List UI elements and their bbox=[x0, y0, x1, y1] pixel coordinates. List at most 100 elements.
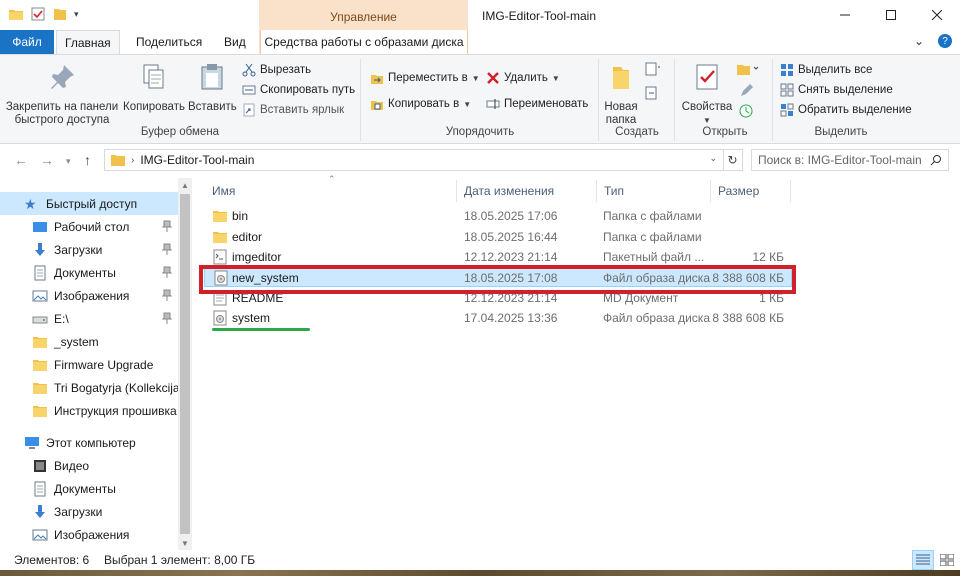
quick-access-toolbar: ▾ bbox=[8, 6, 79, 22]
column-header-name[interactable]: Имя bbox=[212, 180, 235, 202]
paste-button[interactable]: Вставить bbox=[188, 61, 237, 114]
file-type: Папка с файлами bbox=[603, 209, 702, 223]
scissors-icon bbox=[242, 63, 256, 77]
invert-selection-icon bbox=[780, 103, 794, 117]
customize-toolbar-icon[interactable]: ▾ bbox=[74, 9, 79, 20]
sidebar-item-system[interactable]: _system bbox=[0, 330, 178, 353]
tab-share[interactable]: Поделиться bbox=[128, 30, 210, 54]
delete-button[interactable]: Удалить ▼ bbox=[486, 69, 560, 87]
new-folder-icon[interactable] bbox=[52, 6, 68, 22]
pin-icon[interactable] bbox=[162, 243, 172, 255]
table-row[interactable]: bin 18.05.2025 17:06 Папка с файлами bbox=[204, 206, 792, 226]
breadcrumb[interactable]: IMG-Editor-Tool-main bbox=[140, 153, 254, 167]
scrollbar-thumb[interactable] bbox=[180, 194, 190, 534]
scroll-up-icon[interactable]: ▲ bbox=[178, 178, 192, 192]
minimize-button[interactable] bbox=[822, 0, 868, 30]
folder-icon bbox=[33, 382, 47, 394]
file-name: system bbox=[232, 311, 271, 325]
status-bar: Элементов: 6 Выбран 1 элемент: 8,00 ГБ bbox=[0, 550, 960, 570]
address-bar[interactable]: › IMG-Editor-Tool-main ⌄ bbox=[104, 149, 724, 171]
pin-icon[interactable] bbox=[162, 289, 172, 301]
contextual-tab-label[interactable]: Управление bbox=[259, 10, 468, 24]
scroll-down-icon[interactable]: ▼ bbox=[178, 536, 192, 550]
sidebar-item-instruction[interactable]: Инструкция прошивка bbox=[0, 399, 178, 422]
new-folder-button[interactable]: Новая папка bbox=[602, 61, 640, 127]
tab-view[interactable]: Вид bbox=[216, 30, 254, 54]
copy-path-label: Скопировать путь bbox=[260, 84, 356, 96]
sidebar-item-desktop[interactable]: Рабочий стол bbox=[0, 215, 178, 238]
pin-icon[interactable] bbox=[162, 266, 172, 278]
invert-selection-button[interactable]: Обратить выделение bbox=[780, 101, 912, 119]
search-input[interactable]: Поиск в: IMG-Editor-Tool-main bbox=[751, 149, 949, 171]
open-icon[interactable] bbox=[736, 61, 760, 77]
pin-quick-access-button[interactable]: Закрепить на панели быстрого доступа bbox=[4, 61, 120, 127]
select-all-button[interactable]: Выделить все bbox=[780, 61, 872, 79]
sidebar-item-documents[interactable]: Документы bbox=[0, 261, 178, 284]
cut-button[interactable]: Вырезать bbox=[242, 61, 311, 79]
sidebar-item-pictures[interactable]: Изображения bbox=[0, 284, 178, 307]
sidebar-item-drive-e[interactable]: E:\ bbox=[0, 307, 178, 330]
back-arrow-icon[interactable]: ← bbox=[14, 152, 28, 168]
tab-home[interactable]: Главная bbox=[56, 30, 120, 54]
column-header-date[interactable]: Дата изменения bbox=[464, 180, 554, 202]
rename-button[interactable]: Переименовать bbox=[486, 95, 588, 113]
pin-icon[interactable] bbox=[162, 312, 172, 324]
address-history-chevron-icon[interactable]: ⌄ bbox=[709, 153, 717, 164]
folder-icon[interactable] bbox=[8, 6, 24, 22]
close-button[interactable] bbox=[914, 0, 960, 30]
tab-file[interactable]: Файл bbox=[0, 30, 54, 54]
properties-button[interactable]: Свойства ▼ bbox=[680, 61, 734, 127]
sidebar-item-videos[interactable]: Видео bbox=[0, 454, 178, 477]
refresh-button[interactable]: ↻ bbox=[723, 149, 743, 171]
sidebar-item-pc-downloads[interactable]: Загрузки bbox=[0, 500, 178, 523]
column-separator[interactable] bbox=[790, 180, 791, 202]
large-icons-view-button[interactable] bbox=[936, 550, 958, 570]
move-to-button[interactable]: Переместить в ▼ bbox=[370, 69, 480, 87]
maximize-button[interactable] bbox=[868, 0, 914, 30]
details-view-button[interactable] bbox=[912, 550, 934, 570]
copy-path-button[interactable]: Скопировать путь bbox=[242, 81, 355, 99]
properties-icon[interactable] bbox=[30, 6, 46, 22]
batch-file-icon bbox=[213, 249, 227, 265]
recent-locations-chevron-icon[interactable]: ▾ bbox=[66, 156, 71, 167]
sidebar-item-quick-access[interactable]: ★ Быстрый доступ bbox=[0, 192, 178, 215]
column-header-type[interactable]: Тип bbox=[604, 180, 624, 202]
forward-arrow-icon[interactable]: → bbox=[40, 152, 54, 168]
column-separator[interactable] bbox=[710, 180, 711, 202]
tab-disk-tools[interactable]: Средства работы с образами диска bbox=[260, 30, 468, 54]
sidebar-item-tri-bogatyrja[interactable]: Tri Bogatyrja (Kollekcija) bbox=[0, 376, 178, 399]
table-row[interactable]: editor 18.05.2025 16:44 Папка с файлами bbox=[204, 227, 792, 247]
sidebar-item-firmware-upgrade[interactable]: Firmware Upgrade bbox=[0, 353, 178, 376]
new-item-icon[interactable] bbox=[644, 61, 662, 77]
table-row[interactable]: system 17.04.2025 13:36 Файл образа диск… bbox=[204, 308, 792, 328]
sort-ascending-icon: ⌃ bbox=[328, 174, 336, 184]
sidebar-scrollbar[interactable]: ▲ ▼ bbox=[178, 178, 192, 550]
sidebar-item-pc-pictures[interactable]: Изображения bbox=[0, 523, 178, 546]
easy-access-icon[interactable] bbox=[644, 85, 662, 101]
document-icon bbox=[34, 265, 46, 280]
table-row[interactable]: imgeditor 12.12.2023 21:14 Пакетный файл… bbox=[204, 247, 792, 267]
pin-icon[interactable] bbox=[162, 220, 172, 232]
file-name: imgeditor bbox=[232, 250, 282, 264]
column-separator[interactable] bbox=[596, 180, 597, 202]
help-icon[interactable]: ? bbox=[938, 34, 952, 48]
paste-shortcut-button[interactable]: Вставить ярлык bbox=[242, 101, 344, 119]
chevron-down-icon: ▼ bbox=[551, 73, 560, 83]
column-header-size[interactable]: Размер bbox=[718, 180, 759, 202]
copy-button[interactable]: Копировать bbox=[122, 61, 186, 114]
ribbon-collapse-icon[interactable]: ⌄ bbox=[914, 34, 924, 48]
select-all-label: Выделить все bbox=[798, 64, 873, 76]
large-icons-view-icon bbox=[940, 554, 954, 566]
underline-annotation bbox=[212, 328, 310, 331]
column-separator[interactable] bbox=[456, 180, 457, 202]
sidebar-item-pc-documents[interactable]: Документы bbox=[0, 477, 178, 500]
ribbon-separator bbox=[360, 59, 361, 141]
history-icon[interactable] bbox=[738, 103, 754, 119]
up-arrow-icon[interactable]: ↑ bbox=[84, 152, 91, 168]
sidebar-item-this-pc[interactable]: Этот компьютер bbox=[0, 431, 178, 454]
rename-label: Переименовать bbox=[504, 98, 589, 110]
sidebar-item-downloads[interactable]: Загрузки bbox=[0, 238, 178, 261]
select-none-button[interactable]: Снять выделение bbox=[780, 81, 893, 99]
copy-to-button[interactable]: Копировать в ▼ bbox=[370, 95, 471, 113]
edit-icon[interactable] bbox=[738, 83, 754, 99]
